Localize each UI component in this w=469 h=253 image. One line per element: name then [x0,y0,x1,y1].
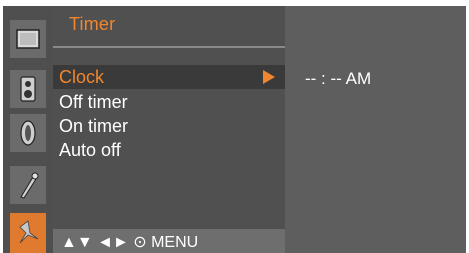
audio-icon [20,76,36,102]
screen-icon [20,120,36,146]
menu-item-on-timer[interactable]: On timer [59,115,128,137]
special-icon [20,172,39,199]
menu-title: Timer [69,14,116,34]
menu-item-label: Clock [59,67,105,87]
menu-item-off-timer[interactable]: Off timer [59,91,128,113]
screen-menu-tile[interactable] [10,114,46,152]
title-divider [53,46,285,48]
navigation-hint-bar: ▲▼ ◄► ⊙ MENU [53,229,285,253]
submenu-arrow-icon [263,70,275,84]
navigation-hint: ▲▼ ◄► ⊙ MENU [61,234,199,251]
clock-value[interactable]: -- : -- AM [305,69,371,89]
timer-icon [19,220,39,244]
value-panel: -- : -- AM [285,6,466,253]
picture-icon [16,29,40,49]
picture-menu-tile[interactable] [10,20,46,58]
special-menu-tile[interactable] [10,166,46,204]
menu-icon-sidebar [3,6,53,253]
timer-menu-tile[interactable] [10,213,46,253]
menu-item-auto-off[interactable]: Auto off [59,139,121,161]
osd-menu: Timer Clock Off timer On timer Auto off … [3,6,466,253]
audio-menu-tile[interactable] [10,70,46,108]
menu-item-clock[interactable]: Clock [53,65,285,89]
menu-panel: Timer Clock Off timer On timer Auto off … [53,6,285,253]
